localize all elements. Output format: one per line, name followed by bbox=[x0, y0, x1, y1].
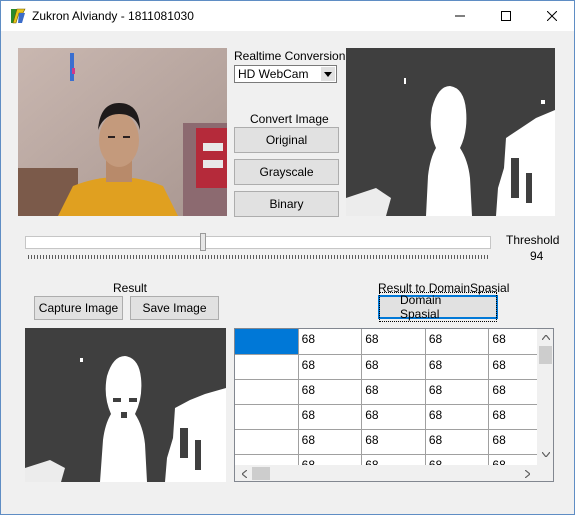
grid-cell[interactable] bbox=[235, 354, 299, 380]
grid-horizontal-scroll-thumb[interactable] bbox=[252, 467, 270, 480]
grid-table: 68 68 68 68 68 68 68 68 68 68 68 68 68 68 68 68 68 68 68 68… bbox=[235, 329, 553, 480]
close-icon bbox=[547, 11, 557, 21]
grayscale-button[interactable]: Grayscale bbox=[234, 159, 339, 185]
original-button[interactable]: Original bbox=[234, 127, 339, 153]
grid-row: 68686868 bbox=[235, 429, 553, 455]
threshold-slider-ticks bbox=[28, 255, 490, 259]
grid-cell[interactable]: 68 bbox=[298, 379, 363, 405]
scroll-left-icon[interactable] bbox=[237, 466, 252, 481]
grid-cell[interactable] bbox=[235, 429, 299, 455]
grid-cell[interactable]: 68 bbox=[298, 404, 363, 430]
result-label: Result bbox=[113, 281, 148, 295]
binary-button[interactable]: Binary bbox=[234, 191, 339, 217]
window-title: Zukron Alviandy - 1811081030 bbox=[32, 9, 194, 23]
maximize-button[interactable] bbox=[483, 1, 529, 31]
domain-spasial-grid[interactable]: 68 68 68 68 68 68 68 68 68 68 68 68 68 68 68 68 68 68 68 68… bbox=[234, 328, 554, 482]
grid-cell[interactable]: 68 bbox=[298, 329, 363, 355]
convert-image-label: Convert Image bbox=[250, 112, 329, 126]
camera-select-value: HD WebCam bbox=[238, 67, 309, 81]
grid-cell[interactable]: 68 bbox=[425, 354, 490, 380]
grid-row: 68686868 bbox=[235, 329, 553, 355]
threshold-slider-thumb[interactable] bbox=[200, 233, 206, 251]
result-image bbox=[25, 328, 226, 482]
webcam-preview bbox=[18, 48, 227, 216]
minimize-icon bbox=[455, 15, 465, 17]
minimize-button[interactable] bbox=[437, 1, 483, 31]
save-image-button[interactable]: Save Image bbox=[130, 296, 219, 320]
main-window: Zukron Alviandy - 1811081030 Realtime Co… bbox=[0, 0, 575, 515]
realtime-conversion-label: Realtime Conversion bbox=[234, 49, 346, 63]
grid-cell[interactable]: 68 bbox=[361, 329, 426, 355]
threshold-slider-track[interactable] bbox=[25, 236, 491, 249]
grid-cell[interactable]: 68 bbox=[361, 354, 426, 380]
scroll-right-icon[interactable] bbox=[520, 466, 535, 481]
threshold-label: Threshold bbox=[506, 233, 560, 247]
grid-row: 68686868 bbox=[235, 404, 553, 430]
maximize-icon bbox=[501, 11, 511, 21]
grid-cell[interactable]: 68 bbox=[361, 429, 426, 455]
grid-cell[interactable]: 68 bbox=[425, 379, 490, 405]
grid-row: 68686868 bbox=[235, 379, 553, 405]
grid-cell[interactable]: 68 bbox=[425, 429, 490, 455]
capture-image-button[interactable]: Capture Image bbox=[34, 296, 123, 320]
realtime-binary-preview bbox=[346, 48, 555, 216]
scroll-down-icon[interactable] bbox=[538, 447, 553, 462]
grid-cell[interactable]: 68 bbox=[361, 404, 426, 430]
grid-cell[interactable]: 68 bbox=[298, 354, 363, 380]
chevron-down-icon[interactable] bbox=[321, 67, 335, 81]
scrollbar-corner bbox=[537, 465, 553, 481]
title-bar[interactable]: Zukron Alviandy - 1811081030 bbox=[1, 1, 574, 31]
threshold-value: 94 bbox=[530, 249, 544, 263]
grid-vertical-scrollbar[interactable] bbox=[537, 329, 553, 465]
camera-select[interactable]: HD WebCam bbox=[234, 65, 337, 83]
grid-cell[interactable] bbox=[235, 379, 299, 405]
grid-row: 68686868 bbox=[235, 354, 553, 380]
grid-vertical-scroll-thumb[interactable] bbox=[539, 346, 552, 364]
grid-cell[interactable]: 68 bbox=[425, 404, 490, 430]
domain-spasial-button[interactable]: Domain Spasial bbox=[378, 292, 498, 322]
grid-cell[interactable]: 68 bbox=[298, 429, 363, 455]
grid-cell[interactable] bbox=[235, 404, 299, 430]
domain-spasial-button-label: Domain Spasial bbox=[379, 292, 497, 322]
grid-cell[interactable]: 68 bbox=[425, 329, 490, 355]
close-button[interactable] bbox=[529, 1, 575, 31]
grid-cell[interactable]: 68 bbox=[361, 379, 426, 405]
app-logo-icon bbox=[9, 7, 27, 25]
grid-horizontal-scrollbar[interactable] bbox=[235, 465, 537, 481]
scroll-up-icon[interactable] bbox=[538, 330, 553, 345]
grid-cell[interactable] bbox=[235, 329, 299, 355]
